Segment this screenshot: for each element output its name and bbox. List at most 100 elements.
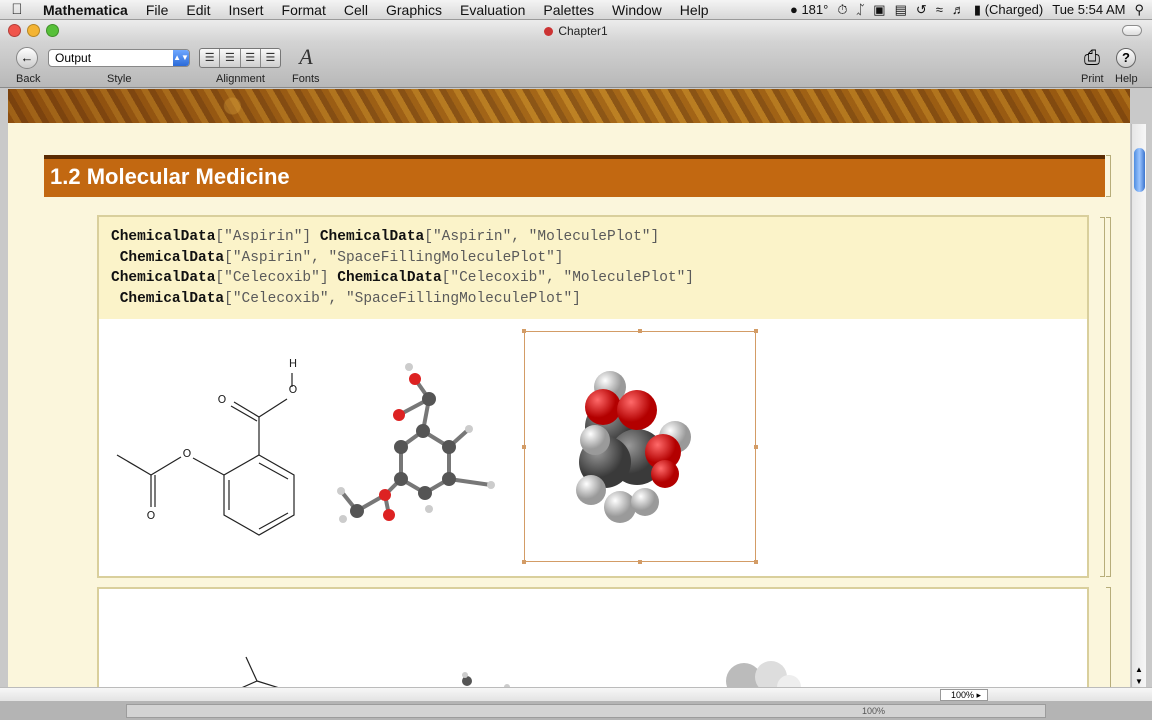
- minimize-button[interactable]: [27, 24, 40, 37]
- atom-label-o: O: [147, 509, 156, 522]
- alignment-label: Alignment: [216, 73, 265, 85]
- menu-edit[interactable]: Edit: [177, 0, 219, 20]
- wifi-icon[interactable]: ≈: [936, 2, 943, 17]
- vertical-scrollbar[interactable]: ▲ ▼: [1131, 124, 1146, 688]
- code-function-name: ChemicalData: [111, 270, 216, 287]
- fonts-button[interactable]: A: [296, 44, 316, 70]
- document-icon: [544, 27, 554, 36]
- code-line[interactable]: ChemicalData["Celecoxib", "SpaceFillingM…: [111, 289, 1087, 310]
- resize-handle[interactable]: [522, 560, 526, 564]
- menu-app-name[interactable]: Mathematica: [34, 0, 137, 20]
- code-arguments: [111, 250, 120, 266]
- bluetooth-icon[interactable]: ᛢ: [856, 2, 864, 17]
- menu-help[interactable]: Help: [671, 0, 718, 20]
- aspirin-ball-stick-plot[interactable]: [329, 359, 509, 529]
- print-button[interactable]: ⎙: [1080, 46, 1104, 70]
- input-cell[interactable]: ChemicalData["Aspirin"] ChemicalData["As…: [97, 215, 1089, 319]
- menu-graphics[interactable]: Graphics: [377, 0, 451, 20]
- select-arrows-icon: ▲▼: [173, 50, 189, 66]
- font-a-icon: A: [299, 44, 313, 69]
- resize-handle[interactable]: [754, 329, 758, 333]
- battery-icon: ▮: [973, 1, 982, 17]
- back-label: Back: [16, 73, 41, 85]
- notebook-content[interactable]: 1.2 Molecular Medicine ChemicalData["Asp…: [8, 89, 1130, 687]
- clock[interactable]: Tue 5:54 AM: [1052, 2, 1125, 17]
- code-line[interactable]: ChemicalData["Celecoxib"] ChemicalData["…: [111, 268, 1087, 289]
- back-arrow-icon: ←: [20, 50, 34, 65]
- code-line[interactable]: ChemicalData["Aspirin", "SpaceFillingMol…: [111, 248, 1087, 269]
- resize-handle[interactable]: [638, 560, 642, 564]
- input-output-cell-bracket[interactable]: [1106, 217, 1111, 577]
- help-label: Help: [1115, 73, 1138, 85]
- fonts-label: Fonts: [292, 73, 320, 85]
- sync-icon[interactable]: ⏱: [837, 2, 847, 18]
- spotlight-icon[interactable]: ⚲: [1134, 2, 1144, 18]
- code-function-name: ChemicalData: [119, 249, 225, 266]
- background-window-strip: 100%: [126, 704, 1046, 718]
- resize-handle[interactable]: [522, 329, 526, 333]
- volume-icon[interactable]: ♬: [952, 2, 965, 17]
- temperature-status[interactable]: ● 181°: [790, 2, 828, 17]
- section-heading[interactable]: 1.2 Molecular Medicine: [44, 155, 1105, 197]
- keyboard-icon[interactable]: ▤: [895, 2, 907, 18]
- horizontal-scrollbar[interactable]: 100% ▸: [0, 687, 1152, 701]
- toolbar-toggle-button[interactable]: [1122, 25, 1142, 36]
- code-arguments: ["Aspirin"]: [215, 229, 320, 245]
- thermometer-icon: ●: [789, 2, 798, 17]
- code-block: ChemicalData["Aspirin"] ChemicalData["As…: [111, 227, 1087, 310]
- align-left-button[interactable]: ☰: [200, 49, 221, 67]
- style-label: Style: [107, 73, 132, 85]
- align-center-button[interactable]: ☰: [220, 49, 241, 67]
- title-bar: Chapter1: [0, 20, 1152, 42]
- zoom-menu[interactable]: 100% ▸: [940, 689, 988, 701]
- section-cell-bracket[interactable]: [1106, 155, 1111, 197]
- window-title: Chapter1: [558, 24, 608, 38]
- code-function-name: ChemicalData: [119, 291, 225, 308]
- back-button[interactable]: ←: [16, 47, 38, 69]
- code-arguments: ["Celecoxib"]: [215, 270, 338, 287]
- scroll-down-arrow-icon[interactable]: ▼: [1135, 677, 1143, 686]
- code-line[interactable]: ChemicalData["Aspirin"] ChemicalData["As…: [111, 227, 1087, 248]
- resize-handle[interactable]: [638, 329, 642, 333]
- menu-insert[interactable]: Insert: [220, 0, 273, 20]
- code-arguments: ["Celecoxib", "SpaceFillingMoleculePlot"…: [224, 291, 581, 308]
- selected-graphic[interactable]: [522, 329, 758, 564]
- align-justify-button[interactable]: ☰: [261, 49, 280, 67]
- atom-label-o: O: [289, 383, 298, 396]
- menu-window[interactable]: Window: [603, 0, 671, 20]
- resize-handle[interactable]: [754, 560, 758, 564]
- style-select[interactable]: Output ▲▼: [48, 49, 190, 67]
- menu-file[interactable]: File: [137, 0, 178, 20]
- code-arguments: [111, 291, 120, 307]
- scroll-up-arrow-icon[interactable]: ▲: [1135, 665, 1143, 674]
- time-machine-icon[interactable]: ↺: [916, 2, 927, 18]
- menu-palettes[interactable]: Palettes: [534, 0, 603, 20]
- atom-label-o: O: [183, 447, 192, 460]
- celecoxib-plots-partial: [242, 656, 801, 687]
- align-right-button[interactable]: ☰: [241, 49, 261, 67]
- close-button[interactable]: [8, 24, 21, 37]
- next-cell-bracket[interactable]: [1106, 587, 1111, 687]
- apple-menu-icon[interactable]: : [0, 1, 34, 18]
- menu-cell[interactable]: Cell: [335, 0, 377, 20]
- output-cell-bracket[interactable]: [1100, 217, 1105, 577]
- code-arguments: ["Aspirin", "SpaceFillingMoleculePlot"]: [224, 249, 564, 266]
- menu-format[interactable]: Format: [273, 0, 335, 20]
- code-function-name: ChemicalData: [111, 229, 216, 245]
- help-button[interactable]: ?: [1116, 48, 1136, 68]
- display-icon[interactable]: ▣: [873, 2, 885, 18]
- code-arguments: ["Aspirin", "MoleculePlot"]: [424, 229, 660, 245]
- menu-bar:  Mathematica File Edit Insert Format Ce…: [0, 0, 1152, 20]
- resize-handle[interactable]: [522, 445, 526, 449]
- output-cell[interactable]: H O O O O: [97, 319, 1089, 578]
- menu-evaluation[interactable]: Evaluation: [451, 0, 534, 20]
- atom-label-o: O: [218, 393, 227, 406]
- code-function-name: ChemicalData: [337, 270, 442, 287]
- battery-status[interactable]: ▮ (Charged): [974, 2, 1043, 18]
- scroll-thumb[interactable]: [1134, 148, 1145, 192]
- alignment-group: ☰ ☰ ☰ ☰: [199, 48, 281, 68]
- output-cell-celecoxib[interactable]: [97, 587, 1089, 687]
- zoom-button[interactable]: [46, 24, 59, 37]
- aspirin-structure-diagram[interactable]: H O O O O: [109, 347, 309, 567]
- resize-handle[interactable]: [754, 445, 758, 449]
